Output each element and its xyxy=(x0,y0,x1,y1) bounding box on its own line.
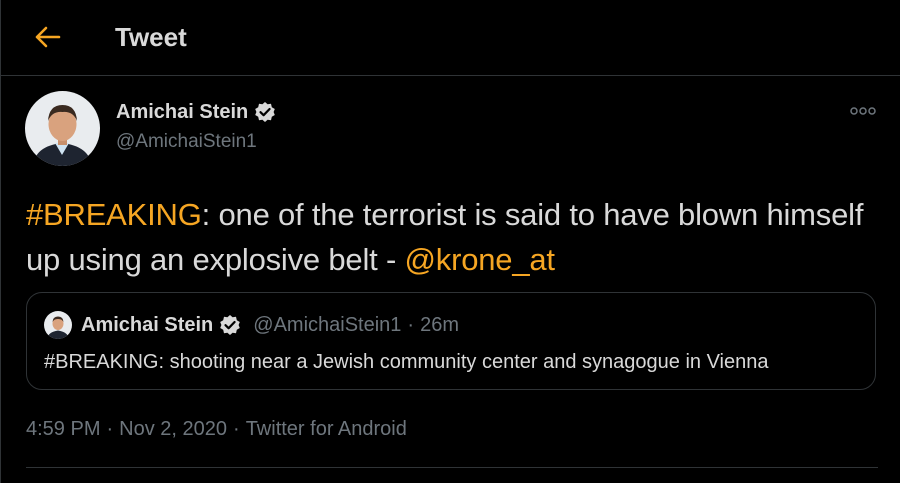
more-options-button[interactable] xyxy=(848,103,878,119)
arrow-left-icon xyxy=(35,26,61,48)
avatar[interactable] xyxy=(25,91,100,166)
tweet-text: #BREAKING: one of the terrorist is said … xyxy=(26,192,886,282)
tweet-date[interactable]: Nov 2, 2020 xyxy=(119,416,227,442)
author-name: Amichai Stein xyxy=(116,101,249,123)
back-button[interactable] xyxy=(30,20,66,54)
quoted-avatar xyxy=(44,311,72,339)
tweet-source[interactable]: Twitter for Android xyxy=(246,416,407,442)
divider xyxy=(26,467,878,468)
meta-separator: · xyxy=(233,418,240,440)
meta-separator: · xyxy=(106,418,114,440)
quoted-tweet-text: #BREAKING: shooting near a Jewish commun… xyxy=(44,351,769,373)
quoted-author-handle: @AmichaiStein1 xyxy=(253,314,402,336)
page-header: Tweet xyxy=(0,0,900,76)
quoted-tweet-card[interactable]: Amichai Stein @AmichaiStein1 · 26m #BREA… xyxy=(26,292,876,390)
author-name-row[interactable]: Amichai Stein xyxy=(116,100,276,124)
verified-badge-icon xyxy=(220,315,241,335)
quoted-separator: · xyxy=(407,314,415,336)
hashtag-link[interactable]: #BREAKING xyxy=(26,197,202,232)
quoted-header: Amichai Stein @AmichaiStein1 · 26m xyxy=(81,313,459,337)
quoted-timestamp: 26m xyxy=(420,314,459,336)
tweet-meta: 4:59 PM · Nov 2, 2020 · Twitter for Andr… xyxy=(26,416,407,442)
verified-badge-icon xyxy=(255,102,276,122)
mention-link[interactable]: @krone_at xyxy=(405,242,556,277)
author-handle[interactable]: @AmichaiStein1 xyxy=(116,130,257,154)
quoted-author-name: Amichai Stein xyxy=(81,314,214,336)
tweet-time[interactable]: 4:59 PM xyxy=(26,416,100,442)
page-title: Tweet xyxy=(115,22,187,52)
more-options-icon xyxy=(850,107,876,115)
